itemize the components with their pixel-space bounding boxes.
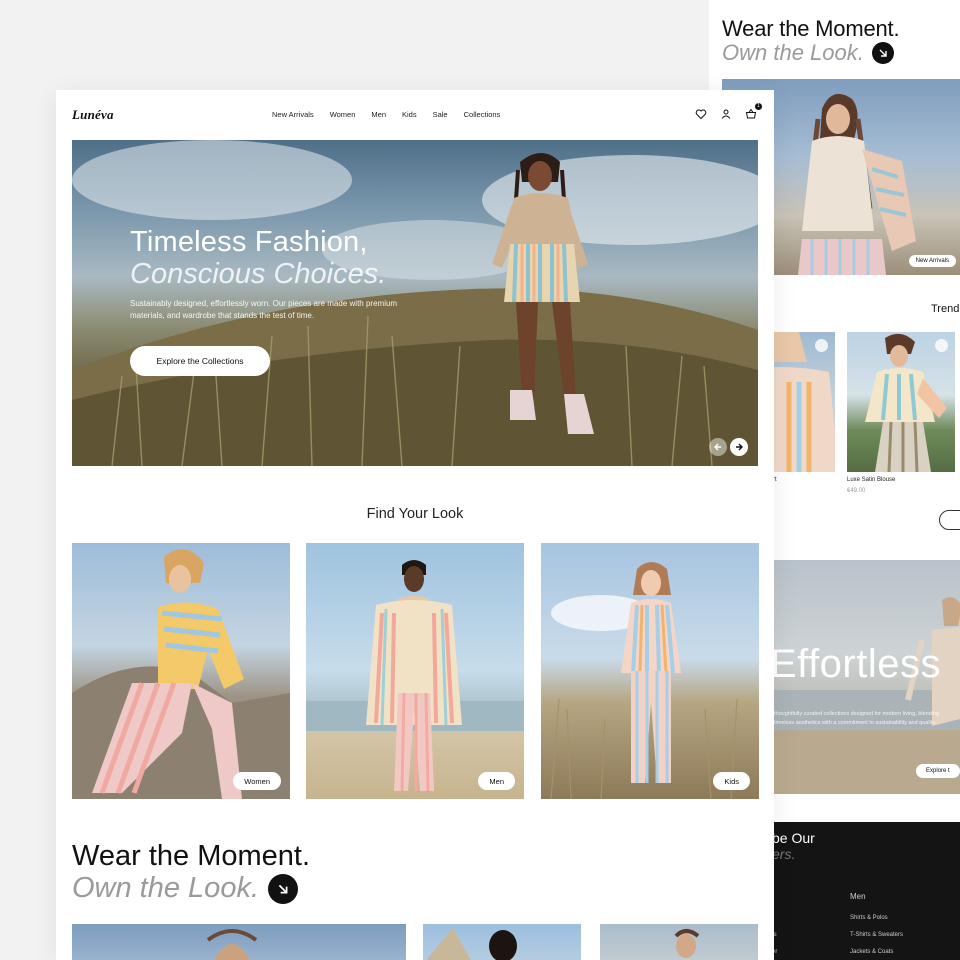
product-figure <box>865 333 947 472</box>
hero-next-button[interactable] <box>730 438 748 456</box>
nav-link-kids[interactable]: Kids <box>402 110 417 119</box>
hero-prev-button[interactable] <box>709 438 727 456</box>
shop-button-fragment[interactable] <box>939 510 960 530</box>
look-label-women[interactable]: Women <box>233 772 281 790</box>
nav-icons: 1 <box>694 103 762 121</box>
arrow-down-right-button[interactable] <box>268 873 298 904</box>
cart-button[interactable]: 1 <box>744 103 762 121</box>
cart-count-badge: 1 <box>755 103 762 110</box>
subscribe-heading-line2: ers. <box>772 846 796 862</box>
top-navigation: Lunéva New Arrivals Women Men Kids Sale … <box>56 90 774 140</box>
look-card-men[interactable]: Men <box>306 543 524 799</box>
wear-card-3[interactable] <box>600 924 758 960</box>
product-price: €49.00 <box>847 488 866 494</box>
footer-column-title: Men <box>850 892 866 901</box>
hero-subtitle: Conscious Choices. <box>130 258 387 290</box>
subscribe-heading-line1: be Our <box>772 830 815 846</box>
wishlist-heart-icon[interactable] <box>935 339 948 352</box>
arrow-down-right-icon <box>879 49 887 57</box>
arrow-down-right-button[interactable] <box>871 42 894 64</box>
nav-link-men[interactable]: Men <box>371 110 386 119</box>
footer-link[interactable]: T-Shirts & Sweaters <box>850 932 903 938</box>
look-card-women[interactable]: Women <box>72 543 290 799</box>
wear-heading-line1: Wear the Moment. <box>72 840 311 872</box>
arrow-down-right-icon <box>278 884 288 893</box>
main-page: Lunéva New Arrivals Women Men Kids Sale … <box>56 90 774 960</box>
account-button[interactable] <box>719 107 733 121</box>
look-label-men[interactable]: Men <box>478 772 515 790</box>
wear-card-1[interactable] <box>72 924 406 960</box>
men-model-figure <box>306 560 524 792</box>
wear-card-figure <box>206 929 258 960</box>
wear-heading-line2: Own the Look. <box>72 872 298 905</box>
wishlist-button[interactable] <box>694 107 708 121</box>
brand-logo[interactable]: Lunéva <box>72 107 114 123</box>
hero-title: Timeless Fashion, <box>130 226 368 258</box>
footer-link[interactable]: Jackets & Coats <box>850 949 893 955</box>
hero-model-figure <box>492 153 594 434</box>
nav-link-collections[interactable]: Collections <box>464 110 501 119</box>
find-your-look-heading: Find Your Look <box>366 506 464 522</box>
wear-card-figure <box>426 928 517 960</box>
effortless-banner: Effortless thoughtfully curated collecti… <box>772 560 960 794</box>
subscribe-footer: be Our ers. Men Shirts & Polos T-Shirts … <box>772 822 960 960</box>
heart-icon <box>695 109 707 120</box>
back-heading: Wear the Moment. Own the Look. <box>722 16 900 66</box>
banner-headline: Effortless <box>772 642 941 686</box>
nav-link-new-arrivals[interactable]: New Arrivals <box>272 110 314 119</box>
wear-card-2[interactable] <box>423 924 581 960</box>
wear-card-figure <box>674 929 700 958</box>
kids-model-figure <box>550 562 738 799</box>
back-heading-line2: Own the Look. <box>722 40 899 66</box>
product-name: Luxe Satin Blouse <box>847 477 896 483</box>
explore-collections-button[interactable]: Explore the Collections <box>130 346 270 376</box>
product-card-2[interactable] <box>847 332 955 472</box>
trending-heading-fragment: Trend <box>931 303 960 315</box>
wishlist-heart-icon[interactable] <box>815 339 828 352</box>
women-model-figure <box>72 549 290 799</box>
hero-description: Sustainably designed, effortlessly worn.… <box>130 299 398 321</box>
banner-explore-button[interactable]: Explore t <box>916 764 960 778</box>
arrow-right-icon <box>736 443 743 451</box>
nav-links: New Arrivals Women Men Kids Sale Collect… <box>272 110 500 119</box>
banner-text: thoughtfully curated collections designe… <box>774 711 940 727</box>
user-icon <box>721 109 731 119</box>
back-heading-line1: Wear the Moment. <box>722 16 900 41</box>
basket-icon <box>745 108 757 119</box>
back-hero-badge[interactable]: New Arrivals <box>908 255 956 267</box>
nav-link-women[interactable]: Women <box>330 110 356 119</box>
look-label-kids[interactable]: Kids <box>713 772 750 790</box>
arrow-left-icon <box>714 443 721 451</box>
look-card-kids[interactable]: Kids <box>541 543 759 799</box>
nav-link-sale[interactable]: Sale <box>433 110 448 119</box>
hero-banner: Timeless Fashion, Conscious Choices. Sus… <box>72 140 758 466</box>
footer-link[interactable]: Shirts & Polos <box>850 915 888 921</box>
